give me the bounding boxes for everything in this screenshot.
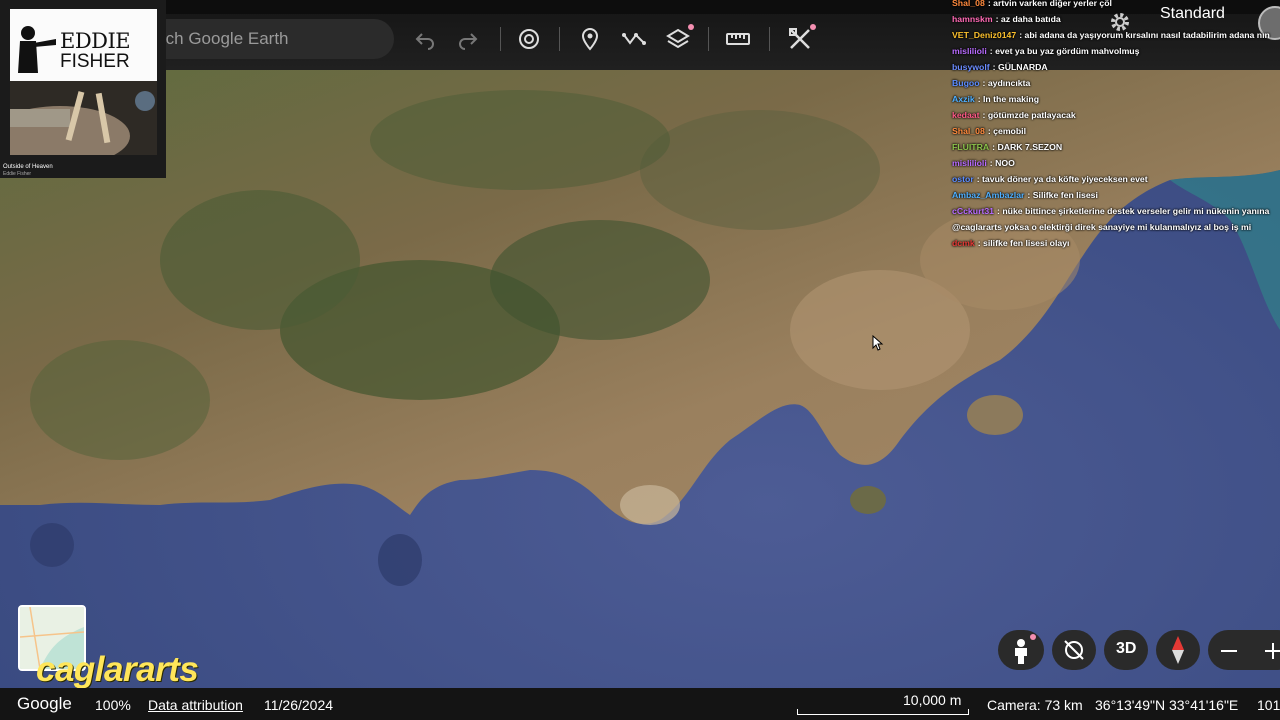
zoom-in-icon[interactable] (1264, 642, 1280, 660)
chat-username[interactable]: kedaat (952, 110, 980, 120)
notification-dot (688, 24, 694, 30)
tilt-button[interactable] (1052, 630, 1096, 670)
search-input[interactable]: rch Google Earth (160, 29, 289, 49)
chat-message: cCckurt31: nüke bittince şirketlerine de… (952, 206, 1269, 216)
song-title: Outside of Heaven (3, 164, 53, 170)
chat-message: Shal_08: artvin varken diğer yerler çöl (952, 0, 1112, 8)
chat-text: çemobil (993, 126, 1026, 136)
notification-dot (810, 24, 816, 30)
coordinates: 36°13'49"N 33°41'16"E (1095, 697, 1239, 713)
toolbar-divider (500, 27, 501, 51)
chat-message: busywolf: GÜLNARDA (952, 62, 1048, 72)
chat-text: @caglararts yoksa o elektirği direk sana… (952, 222, 1252, 232)
chat-text: Silifke fen lisesi (1032, 190, 1098, 200)
chat-username[interactable]: Axzik (952, 94, 975, 104)
toolbar-divider (708, 27, 709, 51)
compass-button[interactable] (1156, 630, 1200, 670)
scale-label: 10,000 m (903, 692, 962, 708)
chat-message: kedaat: götümzde patlayacak (952, 110, 1076, 120)
chat-username[interactable]: Ambaz_Ambazlar (952, 190, 1024, 200)
chat-text: abi adana da yaşıyorum kırsalını nasıl t… (1024, 30, 1270, 40)
three-d-button[interactable]: 3D (1104, 630, 1148, 670)
chat-text: silifke fen lisesi olayı (983, 238, 1070, 248)
history-icon[interactable] (516, 26, 542, 52)
streamer-logo: caglararts (36, 650, 199, 689)
toolbar-divider (559, 27, 560, 51)
chat-text: DARK 7.SEZON (997, 142, 1063, 152)
three-d-label: 3D (1116, 640, 1137, 657)
data-attribution-link[interactable]: Data attribution (148, 697, 243, 713)
compass-icon (1172, 636, 1184, 664)
chat-text: NOO (995, 158, 1015, 168)
chat-text: GÜLNARDA (997, 62, 1048, 72)
album-cover: EDDIE FISHER (10, 9, 157, 155)
path-icon[interactable] (621, 26, 647, 52)
chat-username[interactable]: mislilioli (952, 46, 987, 56)
chat-username[interactable]: dcmk (952, 238, 975, 248)
chat-text: nüke bittince şirketlerine destek versel… (1002, 206, 1270, 216)
chat-message: ostor: tavuk döner ya da köfte yiyecekse… (952, 174, 1148, 184)
album-title-line2: FISHER (60, 51, 130, 72)
pegman-icon (1015, 639, 1027, 664)
chat-username[interactable]: ostor (952, 174, 974, 184)
stream-overlay: EDDIE FISHER Outside of Heaven Eddie Fis… (0, 0, 166, 178)
chat-username[interactable]: mislilioli (952, 158, 987, 168)
chat-username[interactable]: cCckurt31 (952, 206, 994, 216)
ruler-icon[interactable] (725, 26, 751, 52)
notification-dot (1030, 634, 1036, 640)
chat-text: götümzde patlayacak (987, 110, 1076, 120)
chat-username[interactable]: busywolf (952, 62, 990, 72)
layers-icon[interactable] (665, 26, 691, 52)
song-artist: Eddie Fisher (3, 171, 32, 177)
zoom-percent: 100% (95, 697, 131, 713)
elevation: 101 (1257, 697, 1280, 713)
imagery-date: 11/26/2024 (264, 697, 334, 713)
chat-message: dcmk: silifke fen lisesi olayı (952, 238, 1069, 248)
chat-message: hamnskm: az daha batıda (952, 14, 1061, 24)
scale-bar (797, 709, 969, 715)
trumpeter-silhouette-icon (18, 26, 56, 73)
album-title-line1: EDDIE (60, 29, 131, 53)
chat-username[interactable]: Shal_08 (952, 0, 985, 8)
undo-icon[interactable] (412, 26, 438, 52)
chat-text: evet ya bu yaz gördüm mahvolmuş (995, 46, 1140, 56)
chat-message: Ambaz_Ambazlar: Silifke fen lisesi (952, 190, 1098, 200)
mouse-cursor-icon (872, 335, 884, 351)
no-tilt-icon (1064, 640, 1084, 660)
chat-message: FLUITRA: DARK 7.SEZON (952, 142, 1062, 152)
chat-message: Bugoo: aydıncıkta (952, 78, 1030, 88)
map-tools-icon[interactable] (787, 26, 813, 52)
chat-message: Shal_08: çemobil (952, 126, 1026, 136)
zoom-out-icon[interactable] (1220, 642, 1238, 660)
zoom-controls (1208, 630, 1280, 670)
redo-icon[interactable] (455, 26, 481, 52)
chat-message: Axzik: In the making (952, 94, 1039, 104)
chat-overlay: Shal_08: artvin varken diğer yerler çöl h… (952, 0, 1280, 250)
chat-text: artvin varken diğer yerler çöl (993, 0, 1112, 8)
chat-text: In the making (983, 94, 1040, 104)
drum-image (10, 91, 155, 155)
chat-username[interactable]: hamnskm (952, 14, 993, 24)
chat-message: mislilioli: NOO (952, 158, 1015, 168)
camera-altitude: Camera: 73 km (987, 697, 1083, 713)
chat-message: VET_Deniz0147: abi adana da yaşıyorum kı… (952, 30, 1270, 40)
pegman-button[interactable] (998, 630, 1044, 670)
chat-text: tavuk döner ya da köfte yiyeceksen evet (982, 174, 1148, 184)
chat-text: aydıncıkta (987, 78, 1031, 88)
chat-username[interactable]: FLUITRA (952, 142, 989, 152)
toolbar-divider (769, 27, 770, 51)
chat-text: az daha batıda (1000, 14, 1061, 24)
google-logo: Google (17, 694, 72, 713)
drum-video (10, 81, 157, 155)
place-marker-icon[interactable] (577, 26, 603, 52)
chat-username[interactable]: Bugoo (952, 78, 980, 88)
chat-message: @caglararts yoksa o elektirği direk sana… (952, 222, 1251, 232)
chat-username[interactable]: Shal_08 (952, 126, 985, 136)
chat-username[interactable]: VET_Deniz0147 (952, 30, 1016, 40)
chat-message: mislilioli: evet ya bu yaz gördüm mahvol… (952, 46, 1139, 56)
